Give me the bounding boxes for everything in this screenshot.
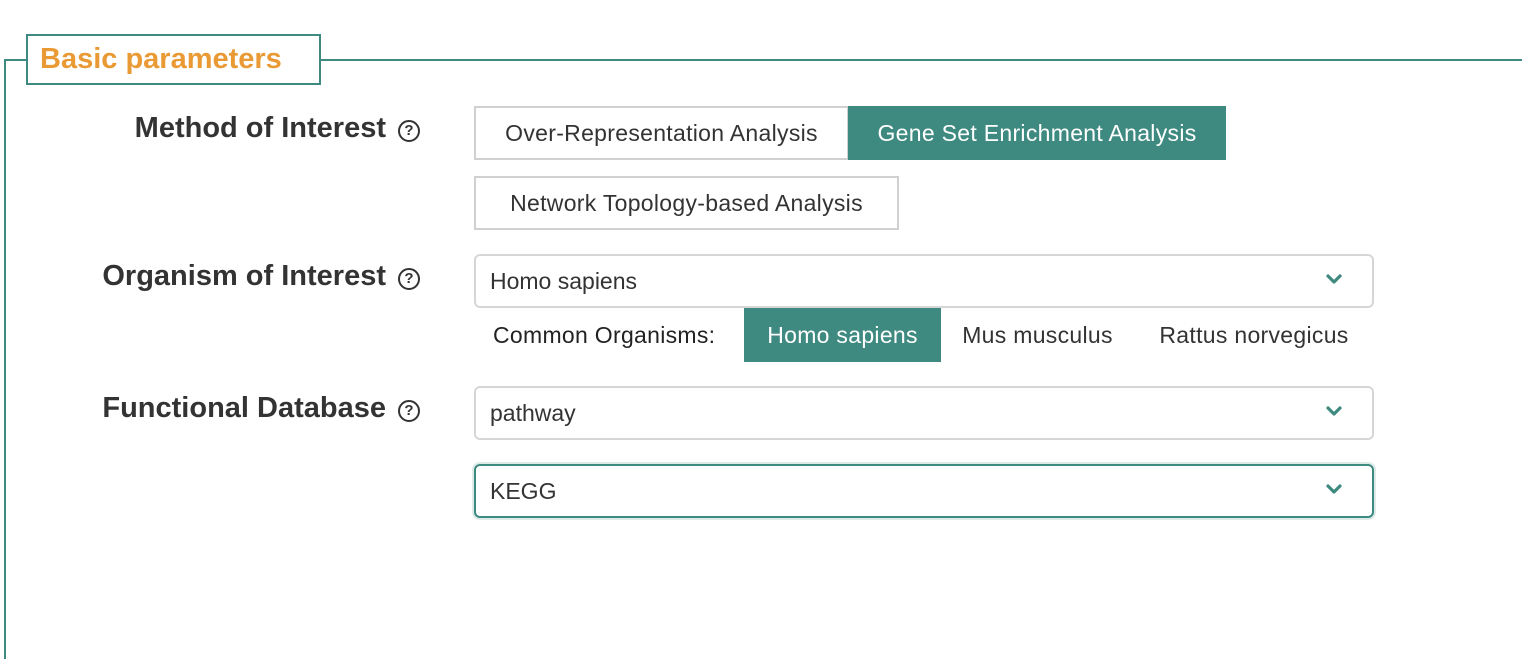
- organism-select-value: Homo sapiens: [490, 268, 638, 294]
- organism-label: Organism of Interest: [102, 260, 386, 292]
- method-option-gsea[interactable]: Gene Set Enrichment Analysis: [848, 106, 1226, 160]
- organism-select[interactable]: Homo sapiens: [474, 254, 1374, 308]
- organism-help-icon[interactable]: ?: [398, 268, 420, 290]
- database-help-icon[interactable]: ?: [398, 400, 420, 422]
- chevron-down-icon: [1326, 406, 1342, 416]
- chevron-down-icon: [1326, 484, 1342, 494]
- chevron-down-icon: [1326, 274, 1342, 284]
- database-category-value: pathway: [490, 400, 576, 426]
- common-organism-mus-musculus[interactable]: Mus musculus: [945, 308, 1130, 362]
- common-organism-rattus-norvegicus[interactable]: Rattus norvegicus: [1140, 308, 1368, 362]
- database-label: Functional Database: [102, 392, 386, 424]
- database-select[interactable]: KEGG: [474, 464, 1374, 518]
- method-option-ora[interactable]: Over-Representation Analysis: [474, 106, 849, 160]
- database-category-select[interactable]: pathway: [474, 386, 1374, 440]
- method-label: Method of Interest: [134, 112, 386, 144]
- common-organism-homo-sapiens[interactable]: Homo sapiens: [744, 308, 941, 362]
- common-organisms-label: Common Organisms:: [493, 322, 716, 348]
- method-option-nta[interactable]: Network Topology-based Analysis: [474, 176, 899, 230]
- method-help-icon[interactable]: ?: [398, 120, 420, 142]
- database-value: KEGG: [490, 478, 557, 504]
- section-legend: Basic parameters: [26, 34, 321, 85]
